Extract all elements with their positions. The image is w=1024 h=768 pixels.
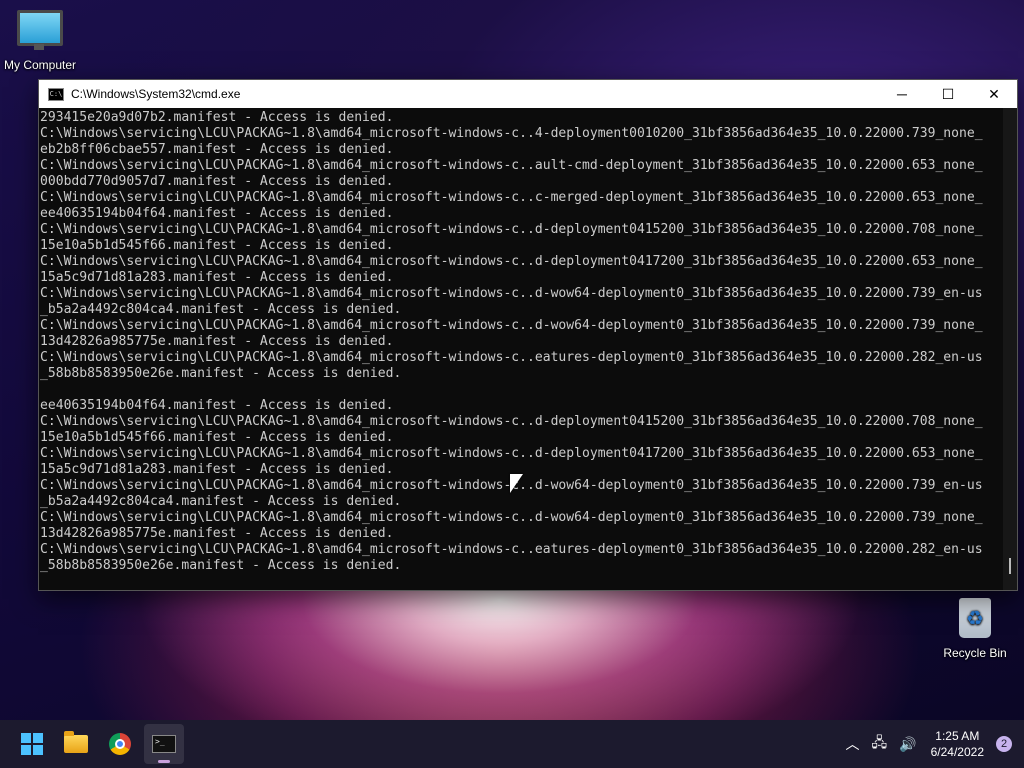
scrollbar-thumb[interactable]	[1009, 558, 1011, 574]
minimize-button[interactable]: ─	[879, 80, 925, 108]
window-titlebar[interactable]: C:\ C:\Windows\System32\cmd.exe ─ ☐ ✕	[39, 80, 1017, 108]
my-computer-desktop-icon[interactable]: My Computer	[0, 0, 80, 72]
volume-icon[interactable]: 🔊	[899, 736, 916, 753]
clock-time: 1:25 AM	[935, 729, 980, 743]
windows-logo-icon	[21, 733, 43, 755]
start-button[interactable]	[12, 724, 52, 764]
chrome-icon	[109, 733, 131, 755]
recycle-bin-desktop-icon[interactable]: Recycle Bin	[935, 598, 1015, 660]
taskbar: >_ ︿ 🖧 🔊 1:25 AM 6/24/2022 2	[0, 720, 1024, 768]
notification-badge[interactable]: 2	[996, 736, 1012, 752]
recycle-bin-label: Recycle Bin	[943, 646, 1007, 660]
file-explorer-button[interactable]	[56, 724, 96, 764]
vertical-scrollbar[interactable]	[1003, 108, 1017, 590]
window-title: C:\Windows\System32\cmd.exe	[71, 87, 241, 101]
console-output[interactable]: 293415e20a9d07b2.manifest - Access is de…	[39, 108, 1003, 590]
monitor-icon	[17, 10, 63, 50]
clock[interactable]: 1:25 AM 6/24/2022	[931, 728, 984, 760]
chrome-button[interactable]	[100, 724, 140, 764]
cmd-window[interactable]: C:\ C:\Windows\System32\cmd.exe ─ ☐ ✕ 29…	[38, 79, 1018, 591]
terminal-icon: >_	[152, 735, 176, 753]
cmd-app-icon: C:\	[48, 87, 64, 101]
my-computer-label: My Computer	[3, 58, 77, 72]
terminal-taskbar-button[interactable]: >_	[144, 724, 184, 764]
folder-icon	[64, 731, 88, 753]
recycle-bin-icon	[959, 598, 991, 638]
chevron-up-icon[interactable]: ︿	[846, 734, 860, 754]
mouse-pointer-icon	[510, 474, 523, 493]
system-tray: ︿ 🖧 🔊 1:25 AM 6/24/2022 2	[840, 720, 1024, 768]
clock-date: 6/24/2022	[930, 745, 984, 759]
close-button[interactable]: ✕	[971, 80, 1017, 108]
maximize-button[interactable]: ☐	[925, 80, 971, 108]
network-icon[interactable]: 🖧	[872, 732, 888, 756]
